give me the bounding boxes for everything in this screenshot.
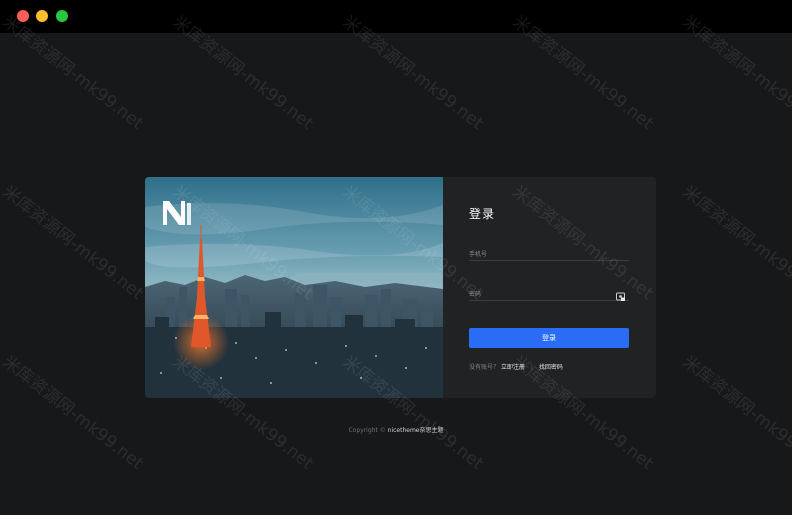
login-title: 登录 [469,207,496,221]
nicetheme-logo [161,197,195,227]
maximize-window-button[interactable] [56,10,68,22]
login-submit-button[interactable]: 登录 [469,328,629,348]
watermark: 米库资源网-mk99.net [678,351,792,474]
forgot-password-link[interactable]: 找回密码 [539,364,563,371]
phone-input[interactable] [469,245,609,264]
login-card: 登录 登录 没有账号？ 立即注册 | 找回密码 [145,177,656,398]
copyright-footer: Copyright © nicetheme奈思主题 [0,425,792,434]
eye-icon[interactable] [616,286,625,301]
footer-brand-suffix: 奈思主题 [419,427,444,434]
watermark: 米库资源网-mk99.net [0,181,147,304]
watermark: 米库资源网-mk99.net [0,351,147,474]
register-link[interactable]: 立即注册 [501,364,525,371]
phone-field [469,241,629,264]
password-field [469,281,629,304]
auth-links: 没有账号？ 立即注册 | 找回密码 [469,362,563,371]
link-separator: | [530,364,533,371]
password-input[interactable] [469,285,609,304]
minimize-window-button[interactable] [36,10,48,22]
hero-image [145,177,443,398]
footer-brand-link[interactable]: nicetheme [388,427,420,434]
watermark: 米库资源网-mk99.net [678,181,792,304]
no-account-text: 没有账号？ [469,364,500,371]
login-form: 登录 登录 没有账号？ 立即注册 | 找回密码 [443,177,656,398]
copyright-text: Copyright © [348,427,386,434]
close-window-button[interactable] [17,10,29,22]
window-titlebar [0,0,792,33]
